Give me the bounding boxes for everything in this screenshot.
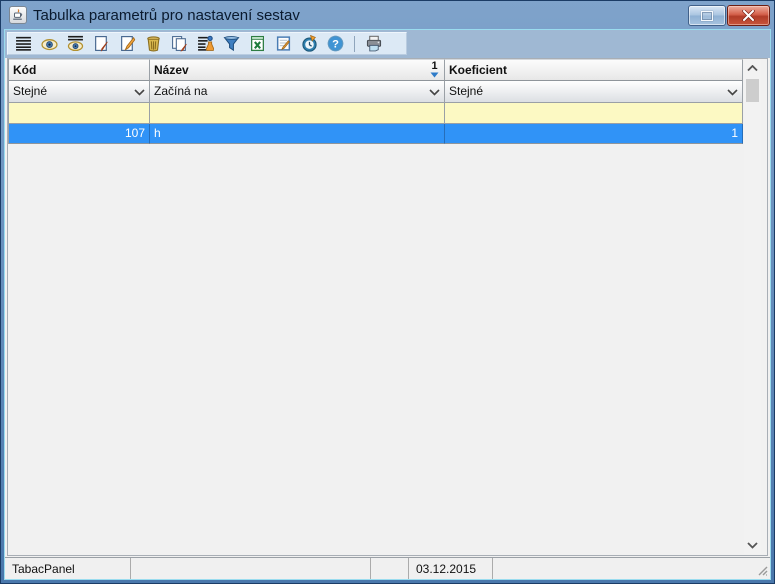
- statusbar-cell: [371, 558, 409, 579]
- toolbar-button-excel-export[interactable]: [246, 34, 268, 54]
- clock-refresh-icon: [301, 35, 318, 52]
- toolbar-button-filter-settings[interactable]: [194, 34, 216, 54]
- maximize-button[interactable]: [688, 5, 726, 26]
- column-header-koeficient[interactable]: Koeficient: [445, 59, 743, 81]
- parameters-table: Kód Název 1 Koeficient: [8, 59, 743, 144]
- sort-order-number: 1: [429, 61, 440, 72]
- vertical-scrollbar[interactable]: [744, 60, 761, 554]
- sort-indicator: 1: [429, 61, 440, 78]
- filter-input-cell-nazev[interactable]: [150, 103, 445, 124]
- filter-combo-koeficient[interactable]: Stejné: [445, 81, 743, 103]
- statusbar-cell: [131, 558, 371, 579]
- column-header-label: Kód: [13, 63, 36, 77]
- funnel-icon: [223, 35, 240, 52]
- toolbar-button-refresh[interactable]: [298, 34, 320, 54]
- toolbar-button-delete-record[interactable]: [142, 34, 164, 54]
- coffee-cup-icon: [12, 9, 25, 22]
- close-button[interactable]: [727, 5, 770, 26]
- filter-combo-nazev[interactable]: Začíná na: [150, 81, 445, 103]
- excel-export-icon: [249, 35, 266, 52]
- toolbar-button-help[interactable]: ?: [324, 34, 346, 54]
- scrollbar-thumb[interactable]: [746, 79, 759, 102]
- chevron-down-icon: [727, 89, 738, 96]
- column-header-label: Název: [154, 63, 189, 77]
- statusbar-date: 03.12.2015: [409, 558, 493, 579]
- sort-desc-arrow-icon: [430, 72, 439, 78]
- scroll-down-button[interactable]: [744, 537, 761, 554]
- printer-icon: [365, 35, 383, 52]
- cell-nazev[interactable]: h: [150, 124, 445, 144]
- toolbar-button-filter[interactable]: [220, 34, 242, 54]
- notepad-icon: [275, 35, 292, 52]
- maximize-icon: [701, 11, 713, 21]
- statusbar: TabacPanel 03.12.2015: [5, 557, 770, 579]
- copy-document-icon: [171, 35, 188, 52]
- close-icon: [742, 10, 755, 21]
- column-header-kod[interactable]: Kód: [9, 59, 150, 81]
- filter-input-cell-kod[interactable]: [9, 103, 150, 124]
- statusbar-cell: [493, 558, 770, 579]
- filter-combo-value: Stejné: [13, 84, 47, 98]
- toolbar-button-list[interactable]: [12, 34, 34, 54]
- new-document-icon: [93, 35, 110, 52]
- titlebar[interactable]: Tabulka parametrů pro nastavení sestav: [1, 1, 774, 30]
- statusbar-panel-name: TabacPanel: [5, 558, 131, 579]
- toolbar-button-notes[interactable]: [272, 34, 294, 54]
- edit-document-icon: [119, 35, 136, 52]
- filter-list-icon: [197, 35, 214, 52]
- toolbar-separator: [354, 36, 355, 52]
- help-icon: ?: [327, 35, 344, 52]
- chevron-down-icon: [429, 89, 440, 96]
- toolbar-button-new-record[interactable]: [90, 34, 112, 54]
- app-window: Tabulka parametrů pro nastavení sestav: [0, 0, 775, 584]
- filter-input-cell-koeficient[interactable]: [445, 103, 743, 124]
- table-header-row: Kód Název 1 Koeficient: [9, 59, 743, 81]
- window-title: Tabulka parametrů pro nastavení sestav: [33, 1, 300, 30]
- toolbar-button-view-list[interactable]: [64, 34, 86, 54]
- column-header-label: Koeficient: [449, 63, 507, 77]
- column-header-nazev[interactable]: Název 1: [150, 59, 445, 81]
- trash-icon: [145, 35, 162, 52]
- toolbar-button-print[interactable]: [363, 34, 385, 54]
- window-content: ? Kód: [5, 30, 770, 579]
- filter-combo-value: Začíná na: [154, 84, 207, 98]
- eye-icon: [41, 35, 58, 52]
- filter-combo-kod[interactable]: Stejné: [9, 81, 150, 103]
- toolbar-button-edit-record[interactable]: [116, 34, 138, 54]
- scroll-up-button[interactable]: [744, 60, 761, 77]
- eye-list-icon: [67, 35, 84, 52]
- chevron-down-icon: [134, 89, 145, 96]
- filter-combo-value: Stejné: [449, 84, 483, 98]
- filter-operator-row: Stejné Začíná na Stejné: [9, 81, 743, 103]
- table-area: Kód Název 1 Koeficient: [7, 58, 768, 556]
- svg-text:?: ?: [332, 38, 339, 50]
- filter-input-row: [9, 103, 743, 124]
- toolbar-panel: ?: [7, 32, 407, 55]
- chevron-up-icon: [747, 65, 758, 72]
- toolbar-button-view[interactable]: [38, 34, 60, 54]
- toolbar-button-copy-record[interactable]: [168, 34, 190, 54]
- resize-grip-icon[interactable]: [755, 563, 768, 576]
- list-icon: [15, 35, 32, 52]
- cell-kod[interactable]: 107: [9, 124, 150, 144]
- java-app-icon: [9, 6, 27, 24]
- chevron-down-icon: [747, 542, 758, 549]
- cell-koeficient[interactable]: 1: [445, 124, 743, 144]
- table-row-selected[interactable]: 107 h 1: [9, 124, 743, 144]
- toolbar: ?: [5, 30, 770, 58]
